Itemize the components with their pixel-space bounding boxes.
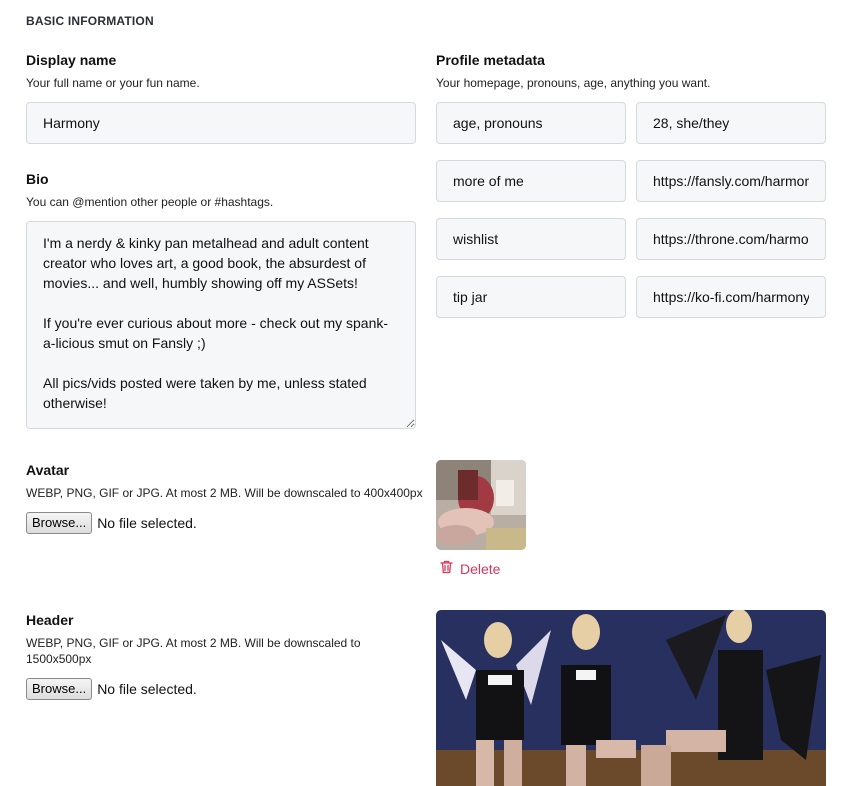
metadata-value-input[interactable] (636, 276, 826, 318)
metadata-value-input[interactable] (636, 218, 826, 260)
section-title: BASIC INFORMATION (26, 14, 154, 28)
trash-icon (440, 560, 453, 577)
bio-textarea[interactable] (26, 221, 416, 429)
header-browse-button[interactable]: Browse... (26, 678, 93, 700)
metadata-key-input[interactable] (436, 102, 626, 144)
metadata-key-input[interactable] (436, 160, 626, 202)
avatar-file-input: Browse... No file selected. (26, 512, 197, 534)
header-hint-line2: 1500x500px (26, 652, 92, 666)
avatar-hint: WEBP, PNG, GIF or JPG. At most 2 MB. Wil… (26, 486, 423, 500)
avatar-browse-button[interactable]: Browse... (26, 512, 93, 534)
display-name-input[interactable] (26, 102, 416, 144)
delete-label: Delete (460, 560, 501, 577)
bio-label: Bio (26, 171, 49, 187)
avatar-file-status: No file selected. (97, 515, 197, 531)
metadata-value-input[interactable] (636, 160, 826, 202)
metadata-key-input[interactable] (436, 218, 626, 260)
bio-hint: You can @mention other people or #hashta… (26, 195, 274, 209)
avatar-image (436, 460, 526, 550)
avatar-label: Avatar (26, 462, 70, 478)
profile-metadata-label: Profile metadata (436, 52, 545, 68)
header-file-input: Browse... No file selected. (26, 678, 197, 700)
metadata-value-input[interactable] (636, 102, 826, 144)
avatar-delete-button[interactable]: Delete (440, 560, 500, 577)
header-image (436, 610, 826, 786)
header-label: Header (26, 612, 74, 628)
display-name-label: Display name (26, 52, 117, 68)
profile-metadata-hint: Your homepage, pronouns, age, anything y… (436, 76, 711, 90)
display-name-hint: Your full name or your fun name. (26, 76, 200, 90)
header-file-status: No file selected. (97, 681, 197, 697)
metadata-key-input[interactable] (436, 276, 626, 318)
header-hint-line1: WEBP, PNG, GIF or JPG. At most 2 MB. Wil… (26, 636, 361, 650)
